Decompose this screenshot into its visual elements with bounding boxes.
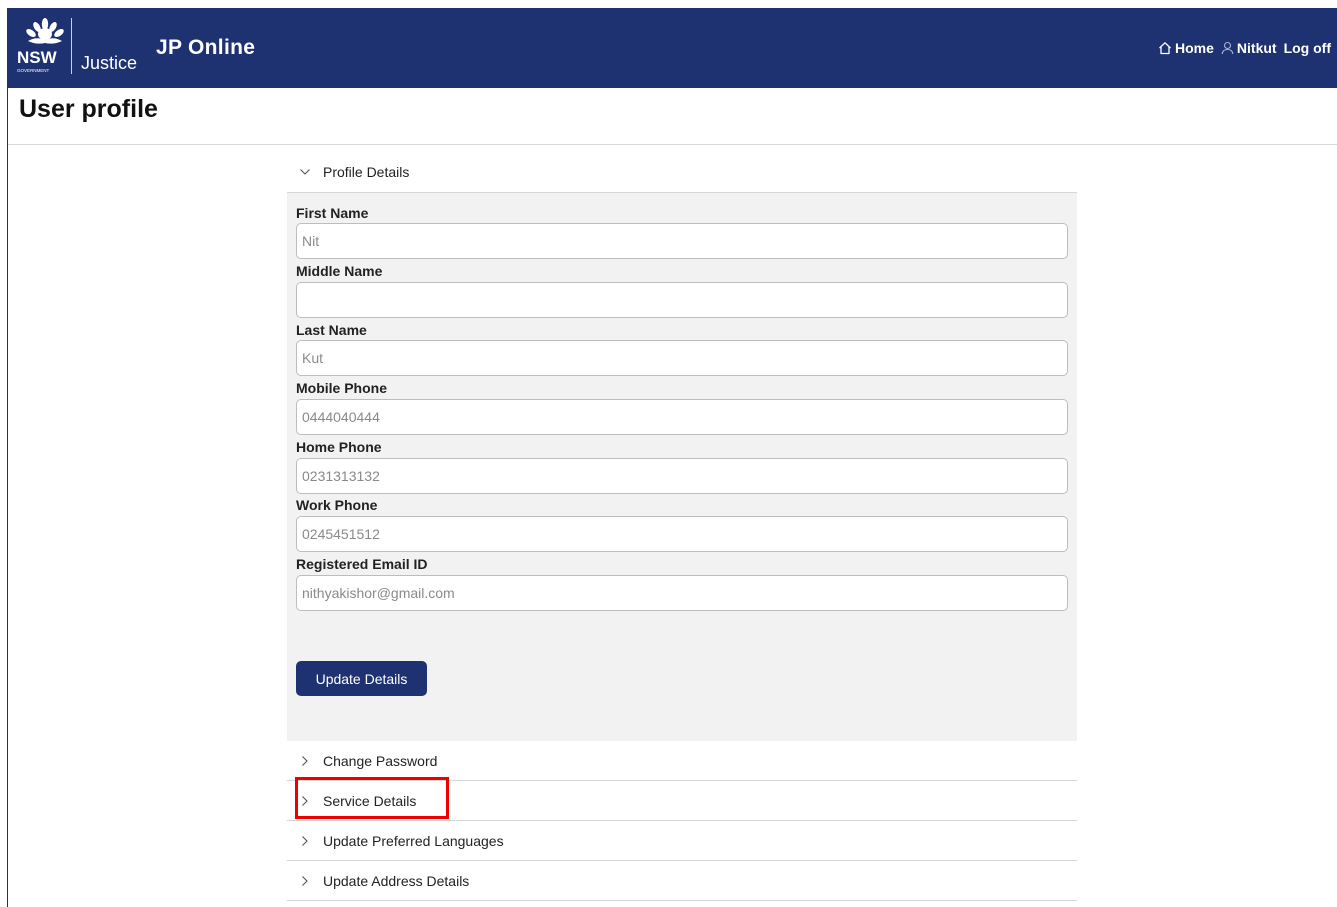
department-name: Justice xyxy=(81,53,138,73)
accordion-title: Service Details xyxy=(323,792,417,809)
profile-details-panel: First Name Middle Name Last Name Mobile … xyxy=(287,193,1077,741)
last-name-field[interactable] xyxy=(296,340,1068,376)
chevron-right-icon xyxy=(287,835,323,847)
accordion-title: Profile Details xyxy=(323,164,410,180)
accordion-title: Update Address Details xyxy=(323,872,470,889)
window-frame-top xyxy=(0,0,1337,8)
chevron-right-icon xyxy=(287,795,323,807)
app-title[interactable]: JP Online xyxy=(156,36,255,60)
accordion-header-change-password[interactable]: Change Password xyxy=(287,741,1077,781)
nav-user-link[interactable]: Nitkut xyxy=(1221,40,1277,56)
nav-user-label: Nitkut xyxy=(1236,40,1277,56)
nsw-government-logo[interactable]: NSW GOVERNMENT xyxy=(16,14,74,76)
last-name-label: Last Name xyxy=(296,322,367,338)
middle-name-field[interactable] xyxy=(296,282,1068,318)
nav-logoff-link[interactable]: Log off xyxy=(1284,40,1331,56)
home-phone-field[interactable] xyxy=(296,458,1068,494)
chevron-right-icon xyxy=(287,875,323,887)
logo-divider xyxy=(71,18,72,74)
accordion-header-service-details[interactable]: Service Details xyxy=(287,777,1077,821)
top-nav: Home Nitkut Log off xyxy=(1151,40,1331,56)
chevron-right-icon xyxy=(287,755,323,767)
work-phone-label: Work Phone xyxy=(296,497,378,513)
home-phone-label: Home Phone xyxy=(296,439,382,455)
nav-home-label: Home xyxy=(1175,40,1214,56)
work-phone-field[interactable] xyxy=(296,516,1068,552)
mobile-phone-field[interactable] xyxy=(296,399,1068,435)
svg-text:NSW: NSW xyxy=(17,48,58,67)
user-icon xyxy=(1221,41,1234,55)
mobile-phone-label: Mobile Phone xyxy=(296,380,387,396)
middle-name-label: Middle Name xyxy=(296,263,383,279)
svg-text:GOVERNMENT: GOVERNMENT xyxy=(17,68,50,73)
title-divider xyxy=(8,144,1337,145)
accordion-title: Change Password xyxy=(323,752,438,769)
accordion-header-profile-details[interactable]: Profile Details xyxy=(287,152,1077,193)
first-name-label: First Name xyxy=(296,205,369,221)
chevron-down-icon xyxy=(287,168,323,176)
email-field[interactable] xyxy=(296,575,1068,611)
profile-accordion: Profile Details First Name Middle Name L… xyxy=(287,152,1077,901)
app-header: NSW GOVERNMENT Justice JP Online Home Ni… xyxy=(8,8,1337,88)
email-label: Registered Email ID xyxy=(296,556,428,572)
home-icon xyxy=(1158,41,1172,55)
page-title: User profile xyxy=(19,95,158,123)
first-name-field[interactable] xyxy=(296,223,1068,259)
accordion-header-preferred-languages[interactable]: Update Preferred Languages xyxy=(287,821,1077,861)
nav-home-link[interactable]: Home xyxy=(1158,40,1214,56)
accordion-title: Update Preferred Languages xyxy=(323,832,504,849)
window-frame-left xyxy=(0,8,8,907)
nav-logoff-label: Log off xyxy=(1283,40,1331,56)
accordion-header-address-details[interactable]: Update Address Details xyxy=(287,861,1077,901)
update-details-button[interactable]: Update Details xyxy=(296,661,427,696)
